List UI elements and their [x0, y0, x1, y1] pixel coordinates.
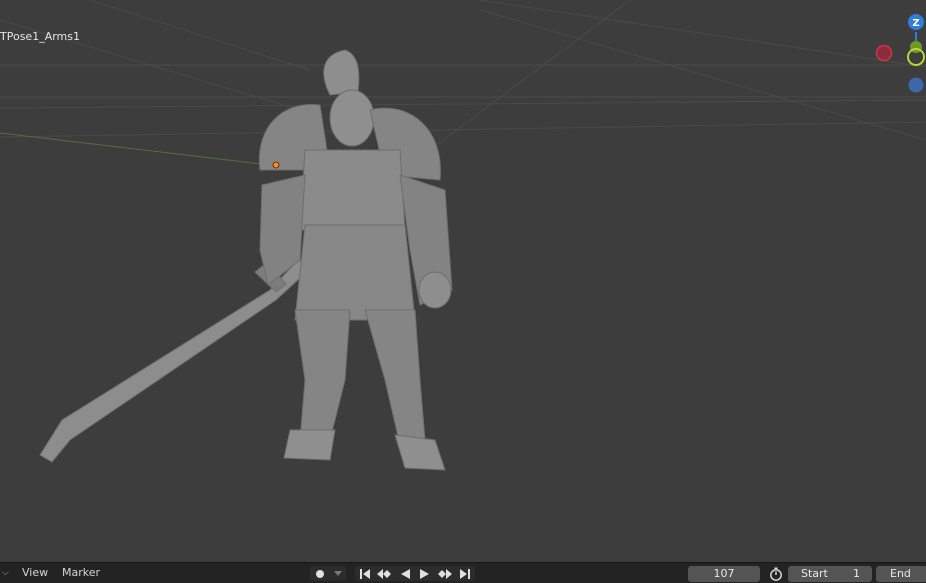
- start-frame-field[interactable]: Start 1: [788, 566, 872, 582]
- jump-to-end-icon[interactable]: [456, 566, 474, 581]
- play-icon[interactable]: [416, 566, 434, 581]
- 3d-viewport[interactable]: TPose1_Arms1 Z: [0, 0, 926, 562]
- x-axis-icon[interactable]: [875, 44, 893, 62]
- jump-to-start-icon[interactable]: [356, 566, 374, 581]
- view-menu[interactable]: View: [22, 563, 48, 583]
- object-name-label: TPose1_Arms1: [0, 30, 80, 43]
- neg-z-axis-icon[interactable]: [908, 77, 924, 93]
- object-origin-icon: [272, 161, 280, 169]
- start-frame-value: 1: [853, 567, 860, 580]
- character-model[interactable]: [39, 49, 453, 471]
- play-reverse-icon[interactable]: [396, 566, 414, 581]
- next-keyframe-icon[interactable]: [436, 566, 454, 581]
- start-frame-label: Start: [801, 567, 828, 580]
- current-frame-field[interactable]: 107: [688, 566, 760, 582]
- x-axis-line: [0, 132, 271, 166]
- viewport-scene: [0, 0, 926, 471]
- end-frame-field[interactable]: End: [876, 566, 926, 582]
- timeline-bar: ⌵ View Marker 107 Start 1 End: [0, 562, 926, 583]
- previous-keyframe-icon[interactable]: [375, 566, 393, 581]
- stopwatch-icon[interactable]: [766, 566, 786, 581]
- record-keyframe-icon[interactable]: [311, 566, 329, 581]
- marker-menu[interactable]: Marker: [62, 563, 100, 583]
- editor-type-chevron-icon[interactable]: ⌵: [2, 563, 9, 583]
- grid-lines: [0, 0, 926, 151]
- keying-options-chevron-icon[interactable]: [329, 566, 347, 581]
- navigation-gizmo[interactable]: Z: [866, 0, 926, 110]
- z-axis-label: Z: [912, 18, 919, 29]
- end-frame-label: End: [890, 567, 911, 580]
